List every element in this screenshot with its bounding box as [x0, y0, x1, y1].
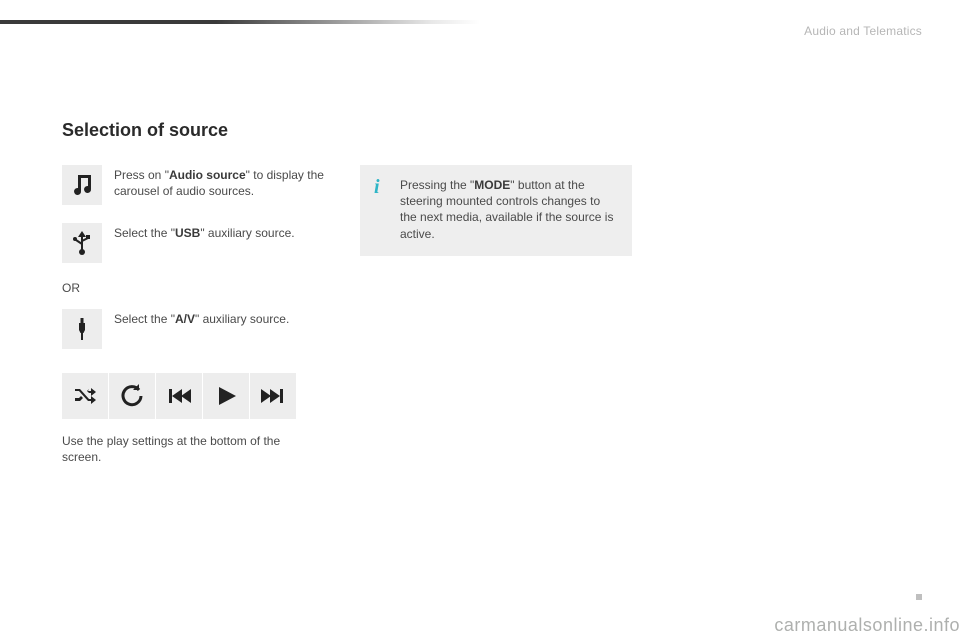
- info-icon: i: [374, 177, 388, 242]
- repeat-icon: [108, 373, 155, 419]
- step-text-audio-source: Press on "Audio source" to display the c…: [114, 165, 334, 205]
- columns: Press on "Audio source" to display the c…: [62, 165, 898, 465]
- section-label: Audio and Telematics: [804, 24, 922, 38]
- txt-bold: USB: [175, 226, 200, 240]
- or-separator: OR: [62, 281, 334, 295]
- page-heading: Selection of source: [62, 120, 898, 141]
- left-column: Press on "Audio source" to display the c…: [62, 165, 334, 465]
- step-text-usb: Select the "USB" auxiliary source.: [114, 223, 295, 263]
- txt-bold: Audio source: [169, 168, 246, 182]
- av-plug-icon: [62, 309, 102, 349]
- music-note-icon: [62, 165, 102, 205]
- usb-icon: [62, 223, 102, 263]
- footer-marker: [916, 594, 922, 600]
- txt-post: " auxiliary source.: [195, 312, 289, 326]
- txt-pre: Select the ": [114, 312, 175, 326]
- watermark: carmanualsonline.info: [774, 615, 960, 636]
- txt-bold: A/V: [175, 312, 195, 326]
- play-icon: [202, 373, 249, 419]
- shuffle-icon: [62, 373, 108, 419]
- playbar-caption: Use the play settings at the bottom of t…: [62, 433, 314, 465]
- step-usb: Select the "USB" auxiliary source.: [62, 223, 334, 263]
- info-box: i Pressing the "MODE" button at the stee…: [360, 165, 632, 256]
- top-rule: [0, 20, 480, 24]
- txt-pre: Select the ": [114, 226, 175, 240]
- txt-post: " auxiliary source.: [200, 226, 294, 240]
- page-body: Selection of source Press on "Audio sour…: [62, 120, 898, 465]
- txt-pre: Press on ": [114, 168, 169, 182]
- right-column: i Pressing the "MODE" button at the stee…: [360, 165, 632, 256]
- info-text: Pressing the "MODE" button at the steeri…: [400, 177, 618, 242]
- step-text-av: Select the "A/V" auxiliary source.: [114, 309, 289, 349]
- step-audio-source: Press on "Audio source" to display the c…: [62, 165, 334, 205]
- next-track-icon: [249, 373, 296, 419]
- step-av: Select the "A/V" auxiliary source.: [62, 309, 334, 349]
- txt-pre: Pressing the ": [400, 178, 474, 192]
- previous-track-icon: [155, 373, 202, 419]
- txt-bold: MODE: [474, 178, 510, 192]
- playback-toolbar: [62, 373, 334, 419]
